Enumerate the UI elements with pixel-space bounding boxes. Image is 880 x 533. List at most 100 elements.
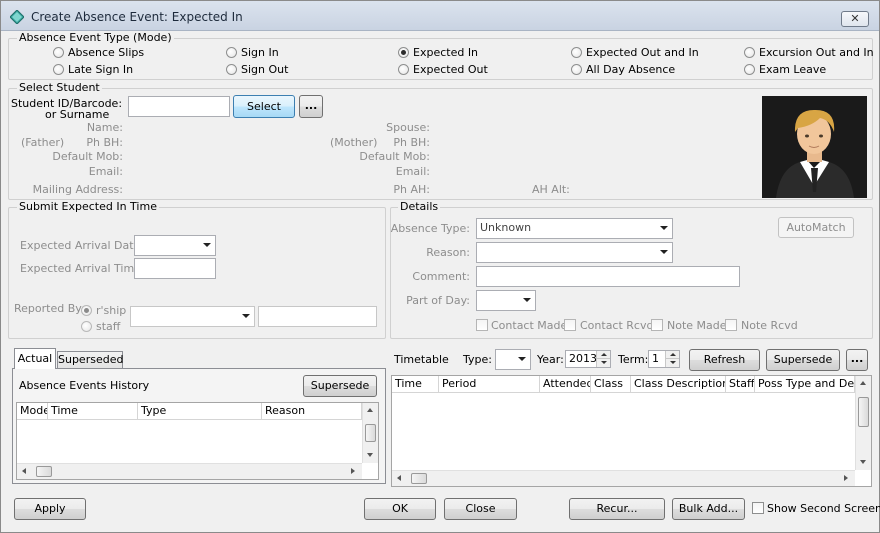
mode-radio-late-sign-in[interactable] [53,64,64,75]
mailing-address-label: Mailing Address: [32,183,123,196]
timetable-type-dropdown[interactable] [495,349,531,370]
history-supersede-button[interactable]: Supersede [303,375,377,397]
arrival-date-label: Expected Arrival Date: [20,239,145,252]
mode-radio-all-day-absence[interactable] [571,64,582,75]
timetable-grid[interactable]: Time Period Attended Class Class Descrip… [391,375,872,487]
mode-radio-expected-in[interactable] [398,47,409,58]
timetable-col-class-description[interactable]: Class Description [631,376,726,393]
student-more-button[interactable]: ... [299,95,323,118]
timetable-col-class[interactable]: Class [591,376,631,393]
scroll-left-icon[interactable] [22,468,26,474]
history-col-reason[interactable]: Reason [262,403,362,420]
history-vscroll-thumb[interactable] [365,424,376,442]
close-button[interactable]: Close [444,498,517,520]
timetable-term-spinner[interactable]: 1 [648,350,680,368]
timetable-vscroll-thumb[interactable] [858,397,869,427]
timetable-col-attended[interactable]: Attended [540,376,591,393]
spouse-label: Spouse: [386,121,430,134]
history-vscroll[interactable] [362,403,378,463]
mode-radio-expected-out[interactable] [398,64,409,75]
window-close-button[interactable]: ✕ [841,11,869,27]
scroll-right-icon[interactable] [844,475,848,481]
reported-by-rship-radio[interactable] [81,305,92,316]
history-col-type[interactable]: Type [138,403,262,420]
timetable-hscroll-thumb[interactable] [411,473,427,484]
contact-rcvd-checkbox[interactable] [564,319,576,331]
absence-type-value: Unknown [480,221,532,234]
contact-made-checkbox[interactable] [476,319,488,331]
note-rcvd-label: Note Rcvd [741,319,798,332]
spin-down-icon[interactable] [665,359,679,367]
select-student-button[interactable]: Select [233,95,295,118]
note-made-checkbox[interactable] [651,319,663,331]
mode-radio-excursion-out-and-in[interactable] [744,47,755,58]
timetable-refresh-button[interactable]: Refresh [689,349,760,371]
chevron-down-icon [242,314,250,318]
scroll-left-icon[interactable] [397,475,401,481]
mode-radio-sign-out[interactable] [226,64,237,75]
ah-alt-label: AH Alt: [532,183,570,196]
timetable-supersede-button[interactable]: Supersede [766,349,840,371]
student-id-label-2: or Surname [45,108,110,121]
tab-superseded[interactable]: Superseded [57,351,123,368]
mode-radio-sign-in[interactable] [226,47,237,58]
absence-type-dropdown[interactable]: Unknown [476,218,673,239]
history-col-time[interactable]: Time [48,403,138,420]
spin-down-icon[interactable] [596,359,610,367]
part-of-day-dropdown[interactable] [476,290,536,311]
history-hscroll-thumb[interactable] [36,466,52,477]
chevron-down-icon [523,298,531,302]
mode-group-title: Absence Event Type (Mode) [17,31,174,44]
apply-button[interactable]: Apply [14,498,86,520]
history-hscroll[interactable] [17,463,362,479]
ok-button[interactable]: OK [364,498,436,520]
note-rcvd-checkbox[interactable] [725,319,737,331]
timetable-col-poss-type[interactable]: Poss Type and Desc [755,376,855,393]
mode-label-sign-in: Sign In [241,46,279,59]
chevron-down-icon [660,226,668,230]
mode-label-expected-out-and-in: Expected Out and In [586,46,699,59]
reported-by-name-input[interactable] [258,306,377,327]
reason-label: Reason: [426,246,470,259]
scroll-down-icon[interactable] [367,453,373,457]
father-label: (Father) [21,136,65,149]
tab-actual[interactable]: Actual [14,348,56,369]
mode-radio-expected-out-and-in[interactable] [571,47,582,58]
title-bar[interactable]: Create Absence Event: Expected In ✕ [1,1,879,31]
timetable-more-button[interactable]: ... [846,349,868,371]
recur-button[interactable]: Recur... [569,498,665,520]
timetable-hscroll[interactable] [392,470,855,486]
timetable-vscroll[interactable] [855,376,871,470]
spin-up-icon[interactable] [596,351,610,359]
spin-up-icon[interactable] [665,351,679,359]
scroll-up-icon[interactable] [860,381,866,385]
timetable-col-time[interactable]: Time [392,376,439,393]
timetable-col-period[interactable]: Period [439,376,540,393]
history-col-mode[interactable]: Mode [17,403,48,420]
scroll-down-icon[interactable] [860,460,866,464]
arrival-time-input[interactable] [134,258,216,279]
timetable-year-spinner[interactable]: 2013 [565,350,611,368]
chevron-down-icon [660,250,668,254]
show-second-screen-checkbox[interactable] [752,502,764,514]
mode-radio-absence-slips[interactable] [53,47,64,58]
reported-by-label: Reported By: [14,302,85,315]
timetable-col-staff[interactable]: Staff [726,376,755,393]
history-grid[interactable]: Mode Time Type Reason [16,402,379,480]
automatch-button[interactable]: AutoMatch [778,217,854,238]
timetable-term-label: Term: [618,353,649,366]
reported-by-dropdown[interactable] [130,306,255,327]
reported-by-staff-radio[interactable] [81,321,92,332]
mode-radio-exam-leave[interactable] [744,64,755,75]
reported-by-staff-label: staff [96,320,121,333]
student-id-input[interactable] [128,96,230,117]
scroll-up-icon[interactable] [367,408,373,412]
scroll-right-icon[interactable] [351,468,355,474]
absence-type-label: Absence Type: [390,222,470,235]
father-email-label: Email: [88,165,123,178]
comment-input[interactable] [476,266,740,287]
reason-dropdown[interactable] [476,242,673,263]
arrival-date-dropdown[interactable] [134,235,216,256]
bulk-add-button[interactable]: Bulk Add... [672,498,745,520]
part-of-day-label: Part of Day: [406,294,470,307]
